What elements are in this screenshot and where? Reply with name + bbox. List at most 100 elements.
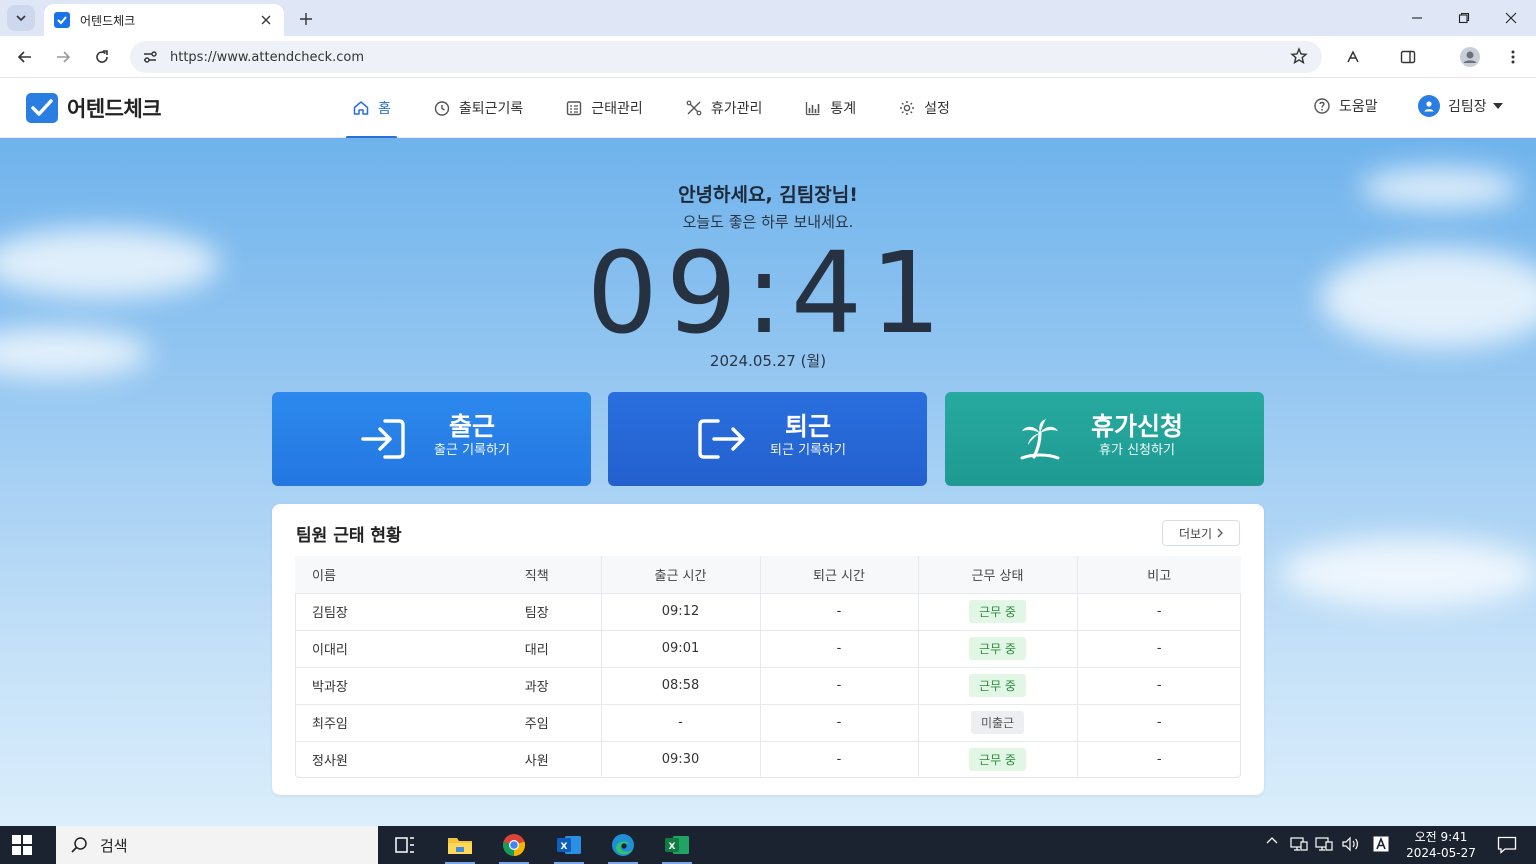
network-tray-secondary[interactable] [1314,836,1334,852]
status-badge: 미출근 [970,711,1025,734]
cell-name: 최주임 [295,704,473,742]
clock-icon [434,101,450,116]
help-label: 도움말 [1339,99,1378,115]
user-menu[interactable]: 김팀장 [1418,95,1503,117]
site-info-icon[interactable] [140,47,160,67]
arrow-left-icon [17,51,31,63]
status-badge: 근무 중 [969,748,1026,772]
chevron-up-icon [1266,837,1278,844]
nav-settings-label: 설정 [924,101,950,117]
side-panel-button[interactable] [1395,44,1421,70]
cell-check-in: 09:12 [600,593,760,631]
windows-taskbar: 검색 X X 오전 9:41 2024-05-27 [0,826,1536,864]
taskbar-date: 2024-05-27 [1406,846,1476,860]
check-in-button[interactable]: 출근 출근 기록하기 [272,392,591,486]
windows-start-button[interactable] [12,835,32,855]
minimize-button[interactable] [1394,0,1440,36]
restore-button[interactable] [1441,0,1487,36]
chrome-app[interactable] [499,831,529,864]
restore-icon [1458,12,1470,24]
leave-request-title: 휴가신청 [1090,412,1183,441]
notification-icon [1497,836,1517,854]
cell-check-out: - [759,704,918,742]
tab-list-button[interactable] [7,5,35,31]
check-out-title: 퇴근 [784,412,831,441]
team-attendance-card: 팀원 근태 현황 더보기 이름 직책 출근 시간 퇴근 시간 근무 상태 비고 … [272,504,1264,795]
cell-name: 박과장 [295,667,473,705]
close-icon [1505,12,1517,24]
reload-icon [96,50,108,63]
nav-statistics[interactable]: 통계 [798,78,862,138]
new-tab-button[interactable] [294,7,318,31]
table-row: 김팀장 팀장 09:12- 근무 중- [295,593,1241,631]
chevron-right-icon [1217,528,1223,538]
team-attendance-table: 이름 직책 출근 시간 퇴근 시간 근무 상태 비고 김팀장 팀장 09:12- 근무… [295,556,1241,778]
side-panel-icon [1400,50,1416,64]
volume-tray[interactable] [1340,836,1360,852]
browser-menu-button[interactable] [1500,44,1526,70]
user-avatar-icon [1418,95,1440,117]
task-view-button[interactable] [390,831,420,859]
nav-home[interactable]: 홈 [346,78,397,139]
nav-leave-management-label: 휴가관리 [710,101,763,117]
view-more-button[interactable]: 더보기 [1162,520,1240,546]
close-window-button[interactable] [1488,0,1534,36]
url-text[interactable]: https://www.attendcheck.com [170,50,364,65]
profile-button[interactable] [1457,44,1483,70]
extensions-button[interactable] [1340,44,1366,70]
cell-position: 주임 [473,704,601,742]
cell-position: 대리 [473,630,601,668]
cell-name: 이대리 [295,630,473,668]
team-attendance-title: 팀원 근태 현황 [296,526,402,546]
tray-overflow-button[interactable] [1264,836,1280,844]
cell-name: 정사원 [312,754,348,770]
excel-app[interactable]: X [662,831,692,864]
cell-name: 김팀장 [295,593,473,631]
svg-text:X: X [561,842,568,852]
tab-close-button[interactable] [256,10,276,30]
nav-attendance-management[interactable]: 근태관리 [559,78,649,138]
close-icon [261,15,271,25]
arrow-right-icon [57,51,71,63]
cell-check-in: 09:01 [600,630,760,668]
help-link[interactable]: 도움말 [1313,96,1378,116]
nav-attendance-records[interactable]: 출퇴근기록 [427,78,529,138]
cell-check-in: - [600,704,760,742]
leave-request-button[interactable]: 휴가신청 휴가 신청하기 [945,392,1264,486]
browser-tab-active[interactable]: 어텐드체크 [44,4,284,36]
cell-note: - [1076,630,1241,668]
forward-button[interactable] [50,44,76,70]
address-bar[interactable]: https://www.attendcheck.com [130,41,1322,73]
cell-position: 팀장 [473,593,601,631]
outlook-app[interactable]: X [554,831,584,864]
cell-note: - [1076,741,1241,778]
reload-button[interactable] [89,44,115,70]
check-out-button[interactable]: 퇴근 퇴근 기록하기 [608,392,927,486]
cell-position: 사원 [524,754,549,770]
edge-icon [612,834,634,856]
taskbar-clock[interactable]: 오전 9:41 2024-05-27 [1398,829,1484,861]
search-icon [71,837,87,853]
bookmark-star-icon[interactable] [1290,47,1308,69]
check-logo-icon [26,93,58,123]
back-button[interactable] [12,44,38,70]
nav-settings[interactable]: 설정 [892,78,956,138]
checkbox-favicon-icon [54,12,70,28]
col-header-check-out: 퇴근 시간 [759,556,918,594]
minimize-icon [1412,17,1422,19]
cell-check-out: - [759,741,918,778]
file-explorer-app[interactable] [445,831,475,864]
network-tray[interactable] [1289,836,1309,852]
excel-icon: X [665,836,689,854]
cloud-decoration [1280,538,1536,608]
nav-leave-management[interactable]: 휴가관리 [679,78,769,138]
taskbar-search[interactable]: 검색 [56,826,378,864]
notification-button[interactable] [1496,836,1518,854]
check-in-subtitle: 출근 기록하기 [434,443,510,458]
taskbar-search-label: 검색 [100,836,128,855]
status-badge: 근무 중 [969,674,1026,697]
ime-indicator[interactable] [1372,836,1390,852]
app-logo[interactable]: 어텐드체크 [26,93,162,123]
main-navigation: 홈 출퇴근기록 근태관리 휴가관리 통계 설정 [346,78,986,139]
edge-app[interactable] [608,831,638,864]
